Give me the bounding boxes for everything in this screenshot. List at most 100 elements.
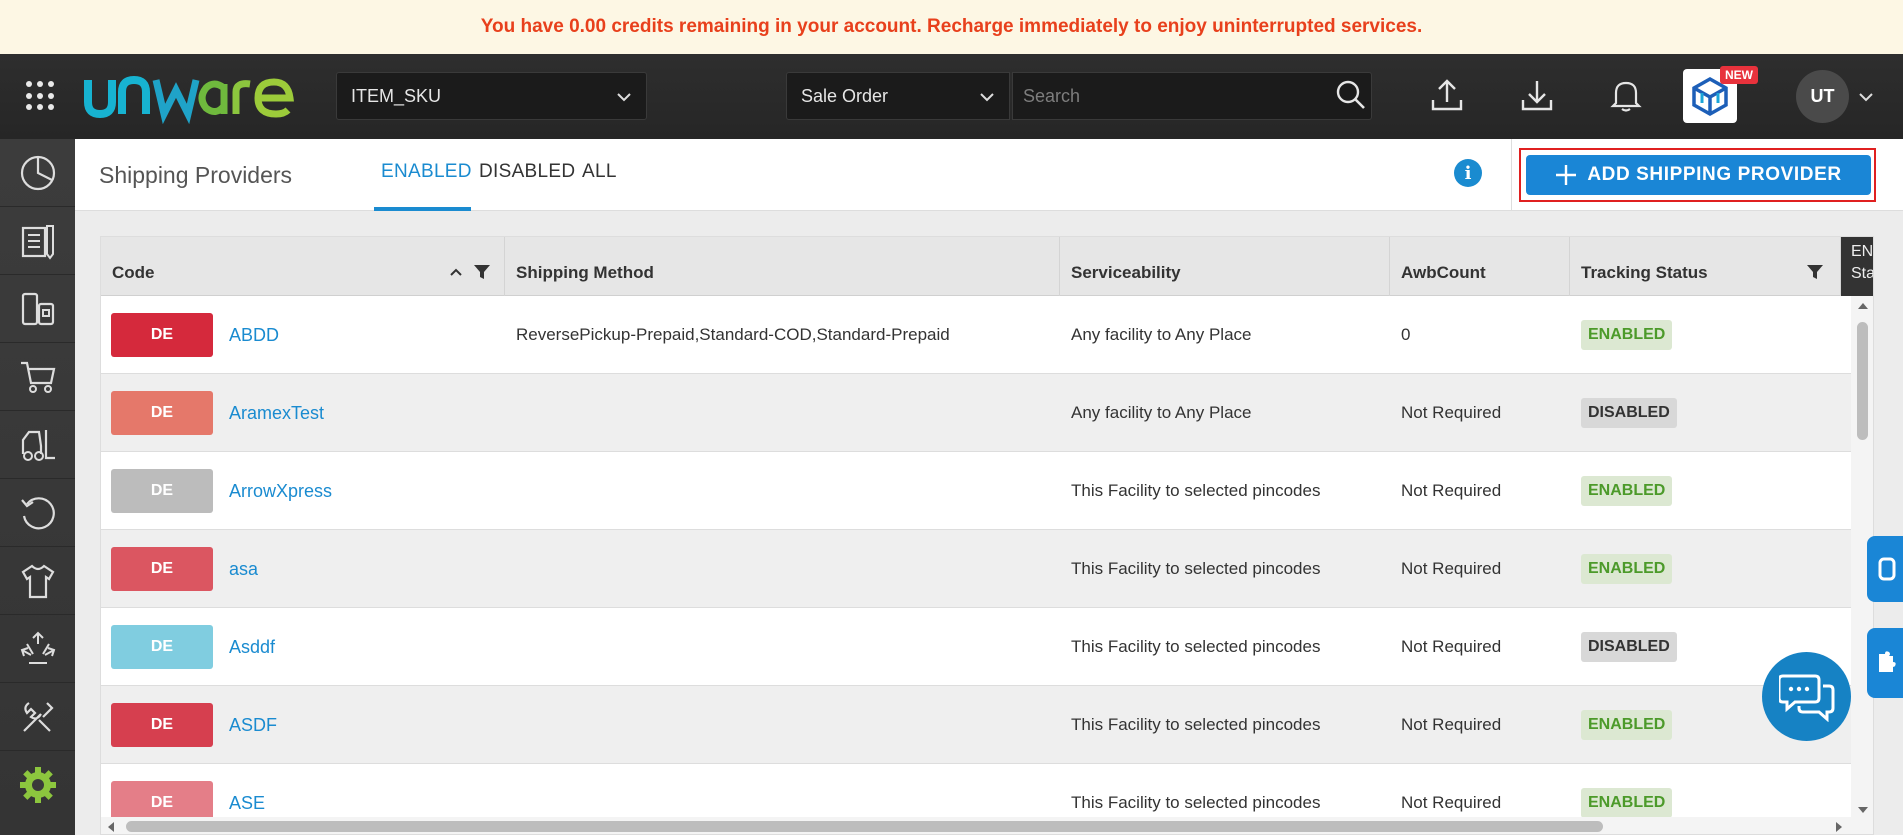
horizontal-scroll-thumb[interactable] bbox=[126, 821, 1603, 832]
tools-icon bbox=[22, 701, 54, 732]
floating-side-tab-top[interactable] bbox=[1867, 536, 1903, 602]
credit-warning-banner: You have 0.00 credits remaining in your … bbox=[0, 0, 1903, 54]
active-tab-indicator bbox=[374, 207, 471, 211]
search-input[interactable] bbox=[1012, 72, 1372, 120]
sort-asc-icon[interactable] bbox=[449, 267, 463, 277]
scroll-right-icon[interactable] bbox=[1835, 821, 1843, 833]
shipping-providers-table: Code Shipping Method Serviceability AwbC… bbox=[100, 236, 1874, 835]
main-content: Shipping Providers ENABLED DISABLED ALL … bbox=[75, 139, 1903, 835]
filter-icon[interactable] bbox=[473, 264, 491, 280]
column-label: Serviceability bbox=[1071, 263, 1181, 282]
table-row[interactable]: DE ASDF This Facility to selected pincodes… bbox=[101, 686, 1851, 764]
provider-code-link[interactable]: ArrowXpress bbox=[229, 481, 332, 502]
code-cell: DE AramexTest bbox=[111, 374, 505, 452]
table-row[interactable]: DE asa This Facility to selected pincodes N… bbox=[101, 530, 1851, 608]
serviceability-cell: This Facility to selected pincodes bbox=[1071, 637, 1321, 656]
sidebar-item-dashboard[interactable] bbox=[0, 139, 75, 207]
add-shipping-provider-button[interactable]: ADD SHIPPING PROVIDER bbox=[1526, 155, 1871, 195]
vertical-scroll-thumb[interactable] bbox=[1857, 322, 1868, 440]
user-avatar[interactable]: UT bbox=[1796, 70, 1849, 123]
sidebar-item-tools[interactable] bbox=[0, 683, 75, 751]
serviceability-cell: This Facility to selected pincodes bbox=[1071, 481, 1321, 500]
provider-badge: DE bbox=[111, 313, 213, 357]
status-badge: ENABLED bbox=[1581, 710, 1673, 740]
provider-code-link[interactable]: asa bbox=[229, 559, 258, 580]
table-row[interactable]: DE ArrowXpress This Facility to selected p… bbox=[101, 452, 1851, 530]
column-header-tracking-status[interactable]: Tracking Status bbox=[1570, 237, 1841, 296]
tshirt-icon bbox=[21, 564, 54, 598]
table-row[interactable]: DE ABDD ReversePickup-Prepaid,Standard-COD… bbox=[101, 296, 1851, 374]
status-badge: ENABLED bbox=[1581, 476, 1673, 506]
scroll-down-icon[interactable] bbox=[1857, 806, 1869, 814]
feedback-icon bbox=[1878, 557, 1896, 581]
unicommerce-logo[interactable] bbox=[84, 68, 296, 124]
info-icon[interactable]: i bbox=[1454, 159, 1482, 187]
tracking-status-cell: DISABLED bbox=[1581, 374, 1841, 452]
column-header-serviceability[interactable]: Serviceability bbox=[1060, 237, 1390, 296]
column-label: Shipping Method bbox=[516, 263, 654, 282]
code-cell: DE asa bbox=[111, 530, 505, 608]
settings-gear-icon bbox=[19, 767, 56, 803]
chat-bubbles-icon bbox=[1778, 674, 1834, 722]
sku-selector[interactable]: ITEM_SKU bbox=[336, 72, 647, 120]
sidebar-item-cart[interactable] bbox=[0, 343, 75, 411]
search-icon[interactable] bbox=[1336, 80, 1366, 110]
column-header-code[interactable]: Code bbox=[101, 237, 505, 296]
provider-code-link[interactable]: ASDF bbox=[229, 715, 277, 736]
provider-badge: DE bbox=[111, 469, 213, 513]
serviceability-cell: Any facility to Any Place bbox=[1071, 403, 1252, 422]
chevron-down-icon bbox=[617, 93, 631, 102]
sidebar-item-shipping[interactable] bbox=[0, 275, 75, 343]
apps-grid-icon[interactable] bbox=[26, 81, 56, 111]
shipping-method-cell bbox=[516, 686, 1060, 764]
shipping-method-cell bbox=[516, 530, 1060, 608]
scroll-up-icon[interactable] bbox=[1857, 302, 1869, 310]
provider-code-link[interactable]: ASE bbox=[229, 793, 265, 814]
provider-code-link[interactable]: ABDD bbox=[229, 325, 279, 346]
tab-enabled[interactable]: ENABLED bbox=[381, 161, 472, 183]
chat-button[interactable] bbox=[1762, 652, 1851, 741]
tab-disabled[interactable]: DISABLED bbox=[479, 161, 575, 183]
provider-badge: DE bbox=[111, 547, 213, 591]
tab-all[interactable]: ALL bbox=[582, 161, 617, 183]
filter-icon[interactable] bbox=[1806, 264, 1824, 280]
horizontal-scrollbar[interactable] bbox=[101, 817, 1873, 834]
sidebar-item-settings[interactable] bbox=[0, 751, 75, 819]
provider-code-link[interactable]: Asddf bbox=[229, 637, 275, 658]
sidebar-item-recycle[interactable] bbox=[0, 615, 75, 683]
table-row[interactable]: DE AramexTest Any facility to Any Place Not… bbox=[101, 374, 1851, 452]
column-header-shipping-method[interactable]: Shipping Method bbox=[505, 237, 1060, 296]
table-header: Code Shipping Method Serviceability AwbC… bbox=[101, 237, 1874, 296]
provider-code-link[interactable]: AramexTest bbox=[229, 403, 324, 424]
scroll-left-icon[interactable] bbox=[107, 821, 115, 833]
code-cell: DE ASDF bbox=[111, 686, 505, 764]
upload-icon[interactable] bbox=[1430, 78, 1464, 112]
chevron-down-icon[interactable] bbox=[1858, 89, 1874, 105]
column-header-awbcount[interactable]: AwbCount bbox=[1390, 237, 1570, 296]
sidebar-item-orders[interactable] bbox=[0, 207, 75, 275]
left-sidebar bbox=[0, 139, 75, 835]
shipping-icon bbox=[21, 292, 54, 325]
column-header-enabled-status[interactable]: EN Sta bbox=[1841, 237, 1874, 296]
provider-badge: DE bbox=[111, 703, 213, 747]
floating-side-tab-bottom[interactable] bbox=[1867, 628, 1903, 698]
header-divider bbox=[1511, 139, 1512, 211]
shipping-method-cell bbox=[516, 374, 1060, 452]
status-badge: DISABLED bbox=[1581, 398, 1677, 428]
sidebar-item-returns[interactable] bbox=[0, 479, 75, 547]
dashboard-icon bbox=[20, 155, 55, 190]
table-row[interactable]: DE Asddf This Facility to selected pincode… bbox=[101, 608, 1851, 686]
download-icon[interactable] bbox=[1520, 78, 1554, 112]
sidebar-item-products[interactable] bbox=[0, 547, 75, 615]
awbcount-cell: Not Required bbox=[1401, 481, 1502, 500]
cart-icon bbox=[20, 361, 55, 393]
column-label: EN Sta bbox=[1851, 243, 1874, 282]
sku-selector-value: ITEM_SKU bbox=[351, 85, 442, 106]
sidebar-item-forklift[interactable] bbox=[0, 411, 75, 479]
notification-bell-icon[interactable] bbox=[1609, 78, 1643, 112]
serviceability-cell: This Facility to selected pincodes bbox=[1071, 715, 1321, 734]
shipping-method-cell bbox=[516, 608, 1060, 686]
column-label: Code bbox=[112, 263, 155, 282]
search-type-selector[interactable]: Sale Order bbox=[786, 72, 1010, 120]
code-cell: DE ABDD bbox=[111, 296, 505, 374]
